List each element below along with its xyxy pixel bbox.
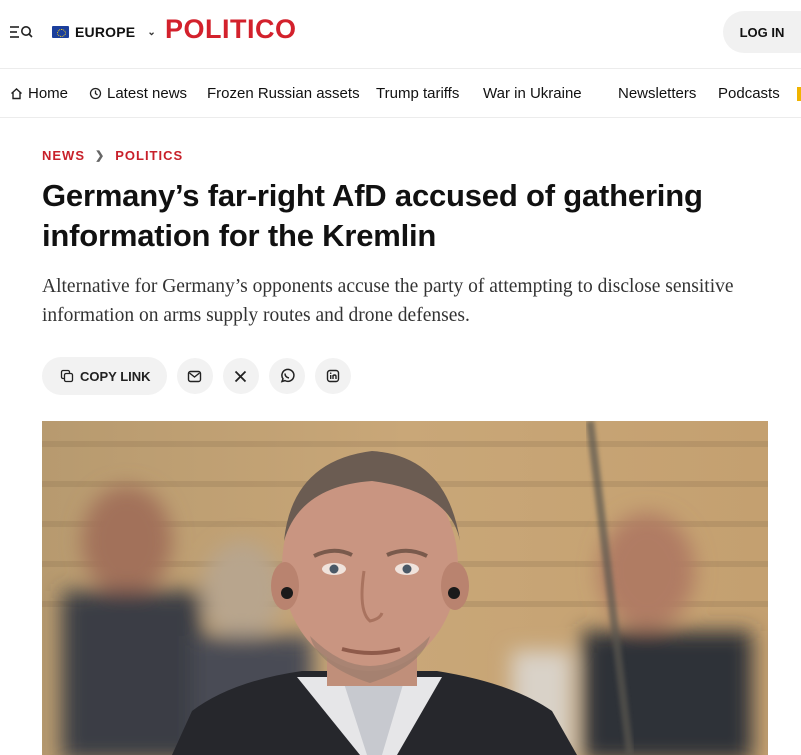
nav-item-label: Latest news bbox=[107, 85, 188, 102]
nav-item-podcasts[interactable]: Podcasts bbox=[718, 85, 780, 102]
nav-item-latest-news[interactable]: Latest news bbox=[89, 85, 187, 102]
nav-item-label: Trump tariffs bbox=[376, 85, 460, 102]
share-bar: COPY LINK bbox=[42, 357, 351, 395]
breadcrumb: NEWS ❯ POLITICS bbox=[42, 148, 183, 163]
nav-item-newsletters[interactable]: Newsletters bbox=[618, 85, 696, 102]
copy-icon bbox=[60, 369, 74, 383]
email-icon bbox=[187, 370, 202, 382]
linkedin-icon bbox=[326, 369, 339, 383]
share-email-button[interactable] bbox=[176, 358, 213, 394]
home-icon bbox=[11, 88, 22, 100]
share-linkedin-button[interactable] bbox=[314, 358, 351, 394]
nav-item-label: Home bbox=[28, 85, 69, 102]
main-nav: Home Latest news Frozen Russian assets T… bbox=[0, 68, 801, 118]
share-whatsapp-button[interactable] bbox=[268, 358, 305, 394]
nav-item-label: Frozen Russian assets bbox=[207, 85, 360, 102]
politico-logo[interactable]: POLITICO bbox=[165, 14, 297, 45]
whatsapp-icon bbox=[280, 368, 295, 383]
edition-label: EUROPE bbox=[75, 24, 136, 40]
article-headline: Germany’s far-right AfD accused of gathe… bbox=[42, 178, 703, 253]
copy-link-button[interactable]: COPY LINK bbox=[42, 357, 167, 395]
nav-item-label: Podcasts bbox=[718, 85, 780, 102]
menu-search-icon[interactable] bbox=[10, 22, 34, 42]
share-x-button[interactable] bbox=[222, 358, 259, 394]
clock-icon bbox=[89, 87, 102, 100]
top-bar: EUROPE ⌄ POLITICO LOG IN bbox=[0, 0, 801, 64]
x-icon bbox=[234, 370, 247, 382]
login-button[interactable]: LOG IN bbox=[723, 11, 801, 53]
nav-item-home[interactable]: Home bbox=[10, 85, 68, 102]
nav-item-label: Newsletters bbox=[618, 85, 697, 102]
nav-overflow-indicator bbox=[797, 87, 801, 101]
chevron-down-icon: ⌄ bbox=[147, 26, 156, 38]
breadcrumb-link-news[interactable]: NEWS bbox=[42, 148, 85, 163]
copy-link-label: COPY LINK bbox=[80, 368, 151, 384]
eu-flag-icon bbox=[52, 26, 69, 38]
nav-item-frozen-russian-assets[interactable]: Frozen Russian assets bbox=[207, 85, 360, 102]
edition-selector[interactable]: EUROPE ⌄ bbox=[52, 22, 156, 42]
breadcrumb-link-politics[interactable]: POLITICS bbox=[115, 148, 183, 163]
article-hero-image[interactable] bbox=[42, 421, 768, 755]
nav-item-label: War in Ukraine bbox=[483, 85, 582, 102]
nav-item-trump-tariffs[interactable]: Trump tariffs bbox=[376, 85, 459, 102]
article-dek: Alternative for Germany’s opponents accu… bbox=[42, 276, 734, 326]
chevron-right-icon: ❯ bbox=[95, 150, 106, 162]
nav-item-war-in-ukraine[interactable]: War in Ukraine bbox=[483, 85, 582, 102]
